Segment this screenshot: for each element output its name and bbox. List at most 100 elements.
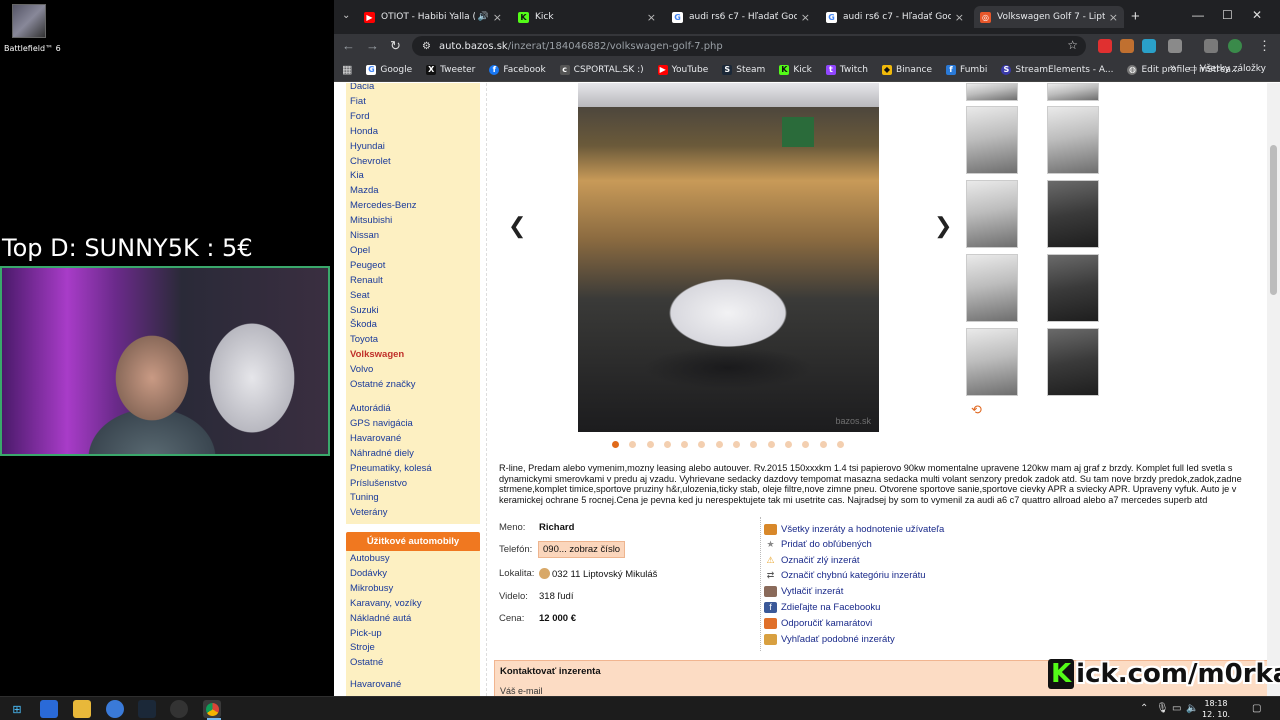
back-icon[interactable]: ←: [342, 38, 355, 53]
action-all-listings[interactable]: Všetky inzeráty a hodnotenie užívateľa: [764, 524, 944, 535]
thumbnail[interactable]: [1047, 180, 1099, 248]
tab-google-2[interactable]: G audi rs6 c7 - Hľadať Googlom ×: [820, 6, 970, 28]
extension-icon[interactable]: [1120, 39, 1134, 53]
main-photo[interactable]: bazos.sk: [578, 83, 879, 432]
window-close-icon[interactable]: ✕: [1252, 8, 1262, 22]
all-bookmarks-folder[interactable]: ▭ Všetky záložky: [1188, 64, 1266, 74]
reload-icon[interactable]: ↻: [390, 38, 401, 54]
sidebar-brand-link[interactable]: Volkswagen: [350, 349, 404, 360]
close-icon[interactable]: ×: [493, 11, 502, 24]
clock[interactable]: 18:18 12. 10. 2025: [1196, 697, 1236, 720]
thumbnail[interactable]: [1047, 254, 1099, 322]
sidebar-utility-header[interactable]: Úžitkové automobily: [346, 532, 480, 552]
tab-bazos[interactable]: ◎ Volkswagen Golf 7 - Liptovsk ×: [974, 6, 1124, 28]
avatar[interactable]: [1228, 39, 1242, 53]
sidebar-brand-link[interactable]: Dacia: [350, 83, 374, 92]
sidebar-category-link[interactable]: Veterány: [350, 507, 388, 518]
sidebar-utility-link[interactable]: Karavany, vozíky: [350, 598, 422, 609]
sidebar-brand-link[interactable]: Mazda: [350, 185, 379, 196]
address-bar[interactable]: ⚙ auto.bazos.sk/inzerat/184046882/volksw…: [412, 36, 1086, 56]
action-share-facebook[interactable]: f Zdieľajte na Facebooku: [764, 602, 880, 613]
thumbnail[interactable]: [966, 254, 1018, 322]
tab-search-icon[interactable]: ⌄: [342, 10, 350, 21]
sidebar-utility-link[interactable]: Autobusy: [350, 553, 390, 564]
scrollbar-thumb[interactable]: [1270, 145, 1277, 295]
gallery-prev-icon[interactable]: ❮: [508, 213, 526, 239]
sidebar-brand-link[interactable]: Fiat: [350, 96, 366, 107]
sidebar-brand-link[interactable]: Mercedes-Benz: [350, 200, 417, 211]
gallery-dot[interactable]: [715, 441, 723, 448]
bookmark-kick[interactable]: K Kick: [779, 64, 812, 75]
sidebar-brand-link[interactable]: Mitsubishi: [350, 215, 392, 226]
action-recommend-friend[interactable]: Odporučiť kamarátovi: [764, 618, 872, 629]
sidebar-brand-link[interactable]: Toyota: [350, 334, 378, 345]
gallery-dot[interactable]: [784, 441, 792, 448]
sidebar-utility-link[interactable]: Mikrobusy: [350, 583, 393, 594]
sidebar-brand-link[interactable]: Ford: [350, 111, 370, 122]
sidebar-utility-link[interactable]: Ostatné: [350, 657, 383, 668]
minimize-icon[interactable]: —: [1192, 8, 1204, 22]
sidebar-brand-link[interactable]: Hyundai: [350, 141, 385, 152]
gallery-dot[interactable]: [663, 441, 671, 448]
gallery-dot[interactable]: [836, 441, 844, 448]
sidebar-utility-link[interactable]: Dodávky: [350, 568, 387, 579]
action-report-listing[interactable]: ⚠ Označiť zlý inzerát: [764, 555, 859, 566]
gallery-dot[interactable]: [802, 441, 810, 448]
sidebar-brand-link[interactable]: Opel: [350, 245, 370, 256]
seller-name[interactable]: Richard: [539, 522, 574, 533]
sidebar-utility-link[interactable]: Stroje: [350, 642, 375, 653]
rotate-icon[interactable]: ⟲: [971, 402, 982, 418]
sidebar-brand-link[interactable]: Seat: [350, 290, 370, 301]
action-similar-listings[interactable]: Vyhľadať podobné inzeráty: [764, 634, 895, 645]
extensions-puzzle-icon[interactable]: [1168, 39, 1182, 53]
bookmarks-overflow-icon[interactable]: »: [1170, 62, 1176, 74]
network-icon[interactable]: ▭: [1172, 703, 1181, 714]
microphone-icon[interactable]: 🎙: [1156, 703, 1169, 714]
page-scrollbar[interactable]: [1267, 83, 1280, 696]
close-icon[interactable]: ×: [1109, 11, 1118, 24]
sidebar-brand-link[interactable]: Peugeot: [350, 260, 385, 271]
tray-overflow-icon[interactable]: ⌃: [1140, 703, 1148, 714]
thumbnail[interactable]: [966, 180, 1018, 248]
close-icon[interactable]: ×: [801, 11, 810, 24]
sidebar-utility-link[interactable]: Pick-up: [350, 628, 382, 639]
menu-icon[interactable]: ⋮: [1258, 38, 1271, 54]
action-add-favorite[interactable]: ★ Pridať do obľúbených: [764, 539, 871, 550]
gallery-dot[interactable]: [612, 441, 619, 448]
steam-icon[interactable]: [138, 700, 156, 718]
bookmark-twitch[interactable]: t Twitch: [825, 64, 868, 75]
obs-icon[interactable]: [170, 700, 188, 718]
sidebar-category-link[interactable]: Príslušenstvo: [350, 478, 407, 489]
sidebar-category-link[interactable]: Tuning: [350, 492, 379, 503]
file-explorer-icon[interactable]: [73, 700, 91, 718]
bookmark-tweeter[interactable]: X Tweeter: [426, 64, 475, 75]
extension-icon[interactable]: [1098, 39, 1112, 53]
new-tab-button[interactable]: +: [1131, 8, 1140, 25]
sidebar-brand-link[interactable]: Ostatné značky: [350, 379, 415, 390]
tab-kick[interactable]: K Kick ×: [512, 6, 662, 28]
site-info-icon[interactable]: ⚙: [422, 41, 431, 52]
gallery-dot[interactable]: [646, 441, 654, 448]
show-phone-button[interactable]: 090... zobraz číslo: [538, 541, 626, 558]
sidebar-category-link[interactable]: Autorádiá: [350, 403, 391, 414]
thumbnail[interactable]: [966, 83, 1018, 101]
app-icon[interactable]: [40, 700, 58, 718]
forward-icon[interactable]: →: [366, 38, 379, 53]
sidebar-category-link[interactable]: Pneumatiky, kolesá: [350, 463, 432, 474]
sidebar-utility-link[interactable]: Havarované: [350, 679, 401, 690]
gallery-dot[interactable]: [629, 441, 637, 448]
action-report-category[interactable]: ⇄ Označiť chybnú kategóriu inzerátu: [764, 570, 926, 581]
sidebar-category-link[interactable]: GPS navigácia: [350, 418, 413, 429]
apps-grid-icon[interactable]: ▦: [342, 63, 352, 76]
notifications-icon[interactable]: ▢: [1252, 703, 1261, 714]
close-icon[interactable]: ×: [955, 11, 964, 24]
bookmark-google[interactable]: G Google: [366, 64, 412, 75]
thumbnail[interactable]: [1047, 83, 1099, 101]
bookmark-streamelements[interactable]: S StreamElements - A...: [1001, 64, 1113, 75]
close-icon[interactable]: ×: [647, 11, 656, 24]
sidebar-brand-link[interactable]: Kia: [350, 170, 364, 181]
thumbnail[interactable]: [1047, 328, 1099, 396]
thumbnail[interactable]: [966, 328, 1018, 396]
chrome-icon[interactable]: [203, 700, 221, 718]
gallery-dot[interactable]: [681, 441, 689, 448]
